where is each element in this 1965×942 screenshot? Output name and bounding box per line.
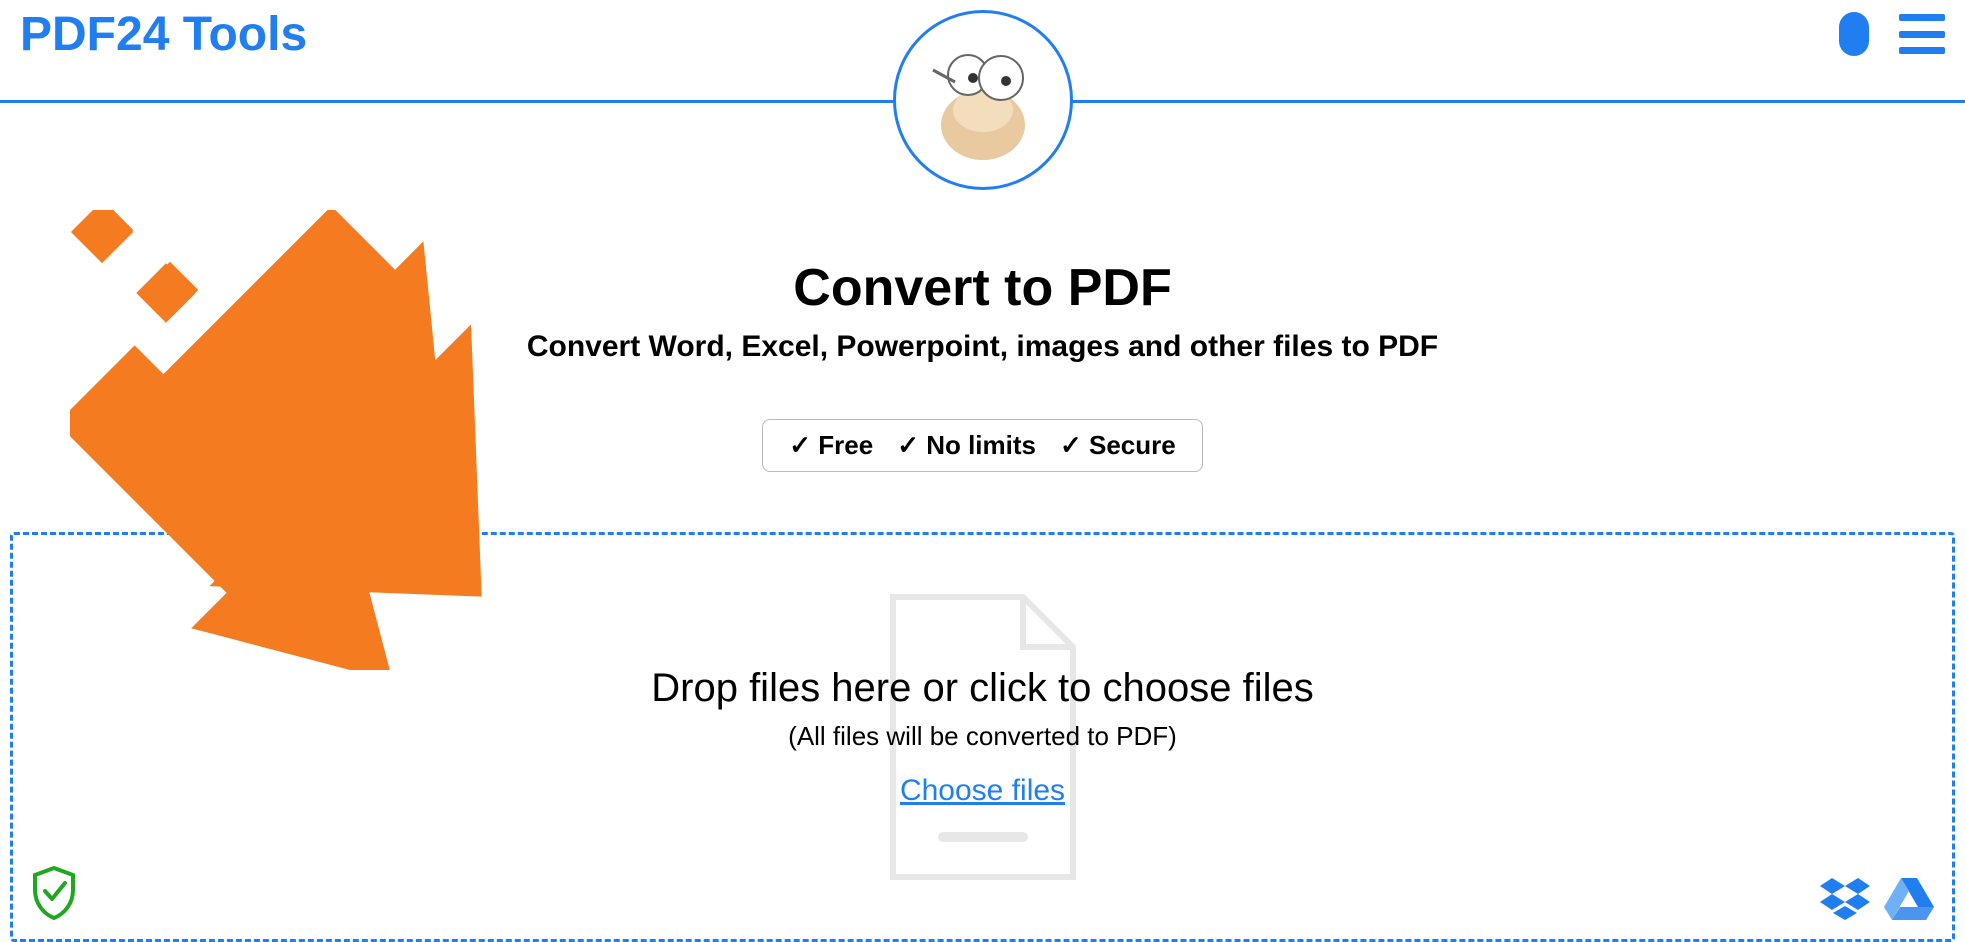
page-subtitle: Convert Word, Excel, Powerpoint, images …: [0, 330, 1965, 364]
dropzone-subtitle: (All files will be converted to PDF): [788, 721, 1177, 752]
choose-files-link[interactable]: Choose files: [900, 774, 1065, 808]
hamburger-menu-icon[interactable]: [1899, 14, 1945, 54]
logo[interactable]: PDF24 Tools: [20, 7, 307, 62]
badge-free: ✓ Free: [789, 430, 873, 461]
dropzone-title: Drop files here or click to choose files: [651, 666, 1314, 711]
feature-badges: ✓ Free ✓ No limits ✓ Secure: [762, 419, 1202, 472]
page-title: Convert to PDF: [0, 258, 1965, 318]
pill-icon[interactable]: [1839, 12, 1869, 56]
mascot-icon: [893, 10, 1073, 190]
file-dropzone[interactable]: Drop files here or click to choose files…: [10, 532, 1955, 942]
security-shield-icon[interactable]: [31, 866, 77, 925]
dropbox-icon[interactable]: [1820, 876, 1870, 925]
badge-nolimits: ✓ No limits: [897, 430, 1036, 461]
google-drive-icon[interactable]: [1884, 876, 1934, 925]
badge-secure: ✓ Secure: [1060, 430, 1176, 461]
